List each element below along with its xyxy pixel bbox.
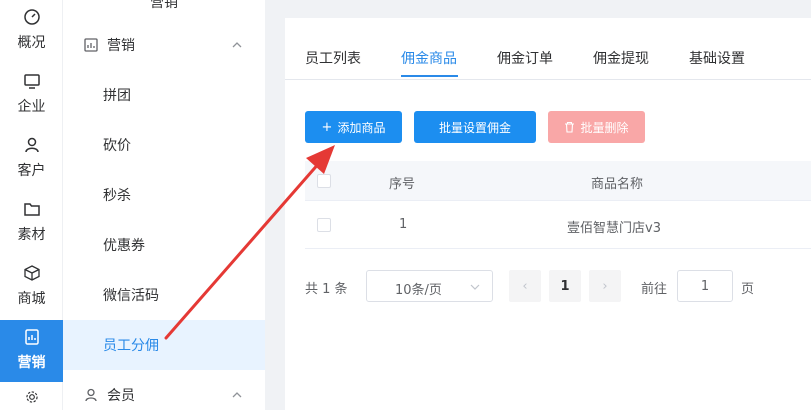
row-checkbox[interactable] <box>317 218 331 232</box>
menu-item-flash-sale[interactable]: 秒杀 <box>63 170 265 220</box>
menu-item-label: 砍价 <box>103 138 131 154</box>
active-tab-indicator <box>401 75 458 77</box>
tab-commission-goods[interactable]: 佣金商品 <box>401 48 457 68</box>
page-suffix-label: 页 <box>741 282 755 297</box>
user-icon <box>85 388 97 402</box>
menu-item-label: 员工分佣 <box>103 338 159 354</box>
column-header-index: 序号 <box>389 177 416 192</box>
chevron-right-icon: › <box>602 278 608 294</box>
add-goods-button[interactable]: + 添加商品 <box>305 111 402 143</box>
menu-item-label: 微信活码 <box>103 288 159 304</box>
rail-item-mall[interactable]: 商城 <box>0 264 63 320</box>
menu-group-label: 营销 <box>107 38 135 54</box>
row-index: 1 <box>399 217 408 232</box>
rail-item-label: 客户 <box>17 163 46 179</box>
rail-item-label: 营销 <box>17 355 46 371</box>
goto-label: 前往 <box>641 282 668 297</box>
content-card: 员工列表 佣金商品 佣金订单 佣金提现 基础设置 + 添加商品 批量设置佣金 批… <box>285 18 811 410</box>
row-goods-name: 壹佰智慧门店v3 <box>567 221 661 236</box>
cube-icon <box>23 265 40 281</box>
user-icon <box>24 137 39 153</box>
select-all-checkbox[interactable] <box>317 174 331 188</box>
menu-group-member[interactable]: 会员 <box>63 375 265 410</box>
chevron-up-icon <box>232 42 242 48</box>
menu-item-label: 优惠券 <box>103 238 145 254</box>
pagination-total: 共 1 条 <box>305 282 348 297</box>
rail-item-label: 概况 <box>17 35 46 51</box>
table-row: 1 壹佰智慧门店v3 <box>305 201 811 249</box>
icon-rail: 概况 企业 客户 素材 商城 营销 <box>0 0 63 410</box>
menu-item-group-buy[interactable]: 拼团 <box>63 70 265 120</box>
chevron-left-icon: ‹ <box>522 278 528 294</box>
menu-group-marketing[interactable]: 营销 <box>63 25 265 65</box>
secondary-menu: 营销 营销 拼团 砍价 秒杀 优惠券 微信活码 员工分佣 会员 <box>63 0 265 410</box>
tab-staff-list[interactable]: 员工列表 <box>305 48 361 68</box>
rail-item-label: 企业 <box>17 99 46 115</box>
folder-icon <box>23 203 40 216</box>
table-header: 序号 商品名称 <box>305 161 811 201</box>
add-goods-label: 添加商品 <box>337 120 386 135</box>
pagination: 共 1 条 10条/页 ‹ 1 › 前往 页 <box>305 270 811 302</box>
chevron-up-icon <box>232 392 242 398</box>
rail-item-customer[interactable]: 客户 <box>0 136 63 192</box>
rail-item-label: 商城 <box>17 291 46 307</box>
dashboard-icon <box>23 9 40 25</box>
rail-item-label: 素材 <box>17 227 46 243</box>
menu-item-label: 拼团 <box>103 88 131 104</box>
tab-basic-settings[interactable]: 基础设置 <box>689 48 745 68</box>
menu-item-staff-commission[interactable]: 员工分佣 <box>63 320 265 370</box>
tab-commission-withdraw[interactable]: 佣金提现 <box>593 48 649 68</box>
menu-item-label: 秒杀 <box>103 188 131 204</box>
batch-delete-label: 批量删除 <box>580 120 629 135</box>
batch-set-commission-button[interactable]: 批量设置佣金 <box>414 111 536 143</box>
rail-item-marketing[interactable]: 营销 <box>0 320 63 382</box>
goto-page-input[interactable] <box>677 270 733 302</box>
chart-icon <box>84 38 98 52</box>
menu-item-coupon[interactable]: 优惠券 <box>63 220 265 270</box>
gear-icon <box>25 391 38 403</box>
page-size-value: 10条/页 <box>395 283 442 298</box>
batch-set-label: 批量设置佣金 <box>438 120 511 135</box>
rail-item-overview[interactable]: 概况 <box>0 8 63 64</box>
monitor-icon <box>23 74 40 89</box>
rail-item-materials[interactable]: 素材 <box>0 200 63 256</box>
menu-item-wechat-code[interactable]: 微信活码 <box>63 270 265 320</box>
plus-icon: + <box>321 119 333 135</box>
menu-group-label: 会员 <box>107 388 135 404</box>
menu-item-bargain[interactable]: 砍价 <box>63 120 265 170</box>
tab-commission-orders[interactable]: 佣金订单 <box>497 48 553 68</box>
batch-delete-button[interactable]: 批量删除 <box>548 111 645 143</box>
tab-bar: 员工列表 佣金商品 佣金订单 佣金提现 基础设置 <box>285 18 811 80</box>
rail-item-enterprise[interactable]: 企业 <box>0 72 63 128</box>
rail-item-settings[interactable] <box>0 390 63 410</box>
marketing-icon <box>24 329 39 345</box>
column-header-name: 商品名称 <box>591 177 644 192</box>
prev-page-button[interactable]: ‹ <box>509 270 541 302</box>
next-page-button[interactable]: › <box>589 270 621 302</box>
page-number-current[interactable]: 1 <box>549 270 581 302</box>
page-size-select[interactable]: 10条/页 <box>366 270 493 302</box>
submenu-top-label: 营销 <box>150 0 178 11</box>
trash-icon <box>565 121 575 133</box>
chevron-down-icon <box>470 284 480 290</box>
